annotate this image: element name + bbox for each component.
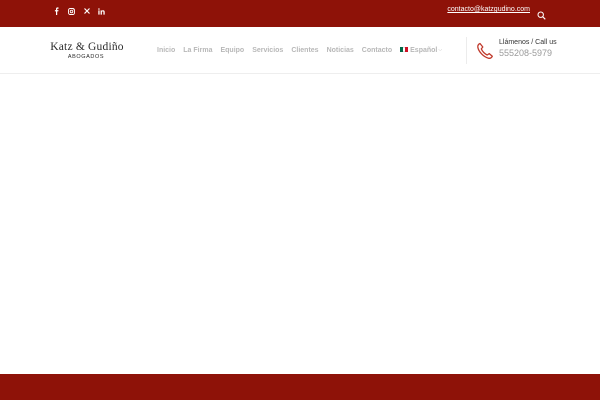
phone-icon: [475, 41, 495, 61]
social-links: [49, 5, 109, 17]
footer-bar: [0, 374, 600, 400]
main-nav: Inicio La Firma Equipo Servicios Cliente…: [157, 45, 442, 55]
top-bar: contacto@katzgudino.com: [0, 0, 600, 27]
search-icon[interactable]: [537, 7, 546, 20]
nav-item-la-firma[interactable]: La Firma: [183, 47, 212, 54]
x-icon[interactable]: [79, 5, 94, 17]
call-us-block: Llámenos / Call us 555208-5979: [475, 39, 575, 63]
site-logo[interactable]: Katz & Gudiño ABOGADOS: [44, 41, 130, 65]
instagram-icon[interactable]: [64, 5, 79, 17]
language-selector[interactable]: Español ⌵: [400, 46, 443, 54]
nav-item-clientes[interactable]: Clientes: [291, 47, 318, 54]
logo-subtitle: ABOGADOS: [67, 54, 105, 60]
nav-item-servicios[interactable]: Servicios: [252, 47, 283, 54]
nav-item-equipo[interactable]: Equipo: [220, 47, 244, 54]
facebook-icon[interactable]: [49, 5, 64, 17]
nav-item-noticias[interactable]: Noticias: [327, 47, 354, 54]
call-us-label: Llámenos / Call us: [499, 39, 557, 46]
language-label: Español: [410, 46, 438, 54]
contact-email-link[interactable]: contacto@katzgudino.com: [447, 6, 530, 13]
header-divider: [466, 37, 467, 64]
nav-item-contacto[interactable]: Contacto: [362, 47, 392, 54]
chevron-down-icon: ⌵: [438, 47, 443, 53]
logo-name: Katz & Gudiño: [50, 41, 124, 53]
mexico-flag-icon: [400, 46, 409, 52]
phone-number-link[interactable]: 555208-5979: [499, 48, 552, 58]
linkedin-icon[interactable]: [94, 5, 109, 17]
nav-item-inicio[interactable]: Inicio: [157, 47, 175, 54]
